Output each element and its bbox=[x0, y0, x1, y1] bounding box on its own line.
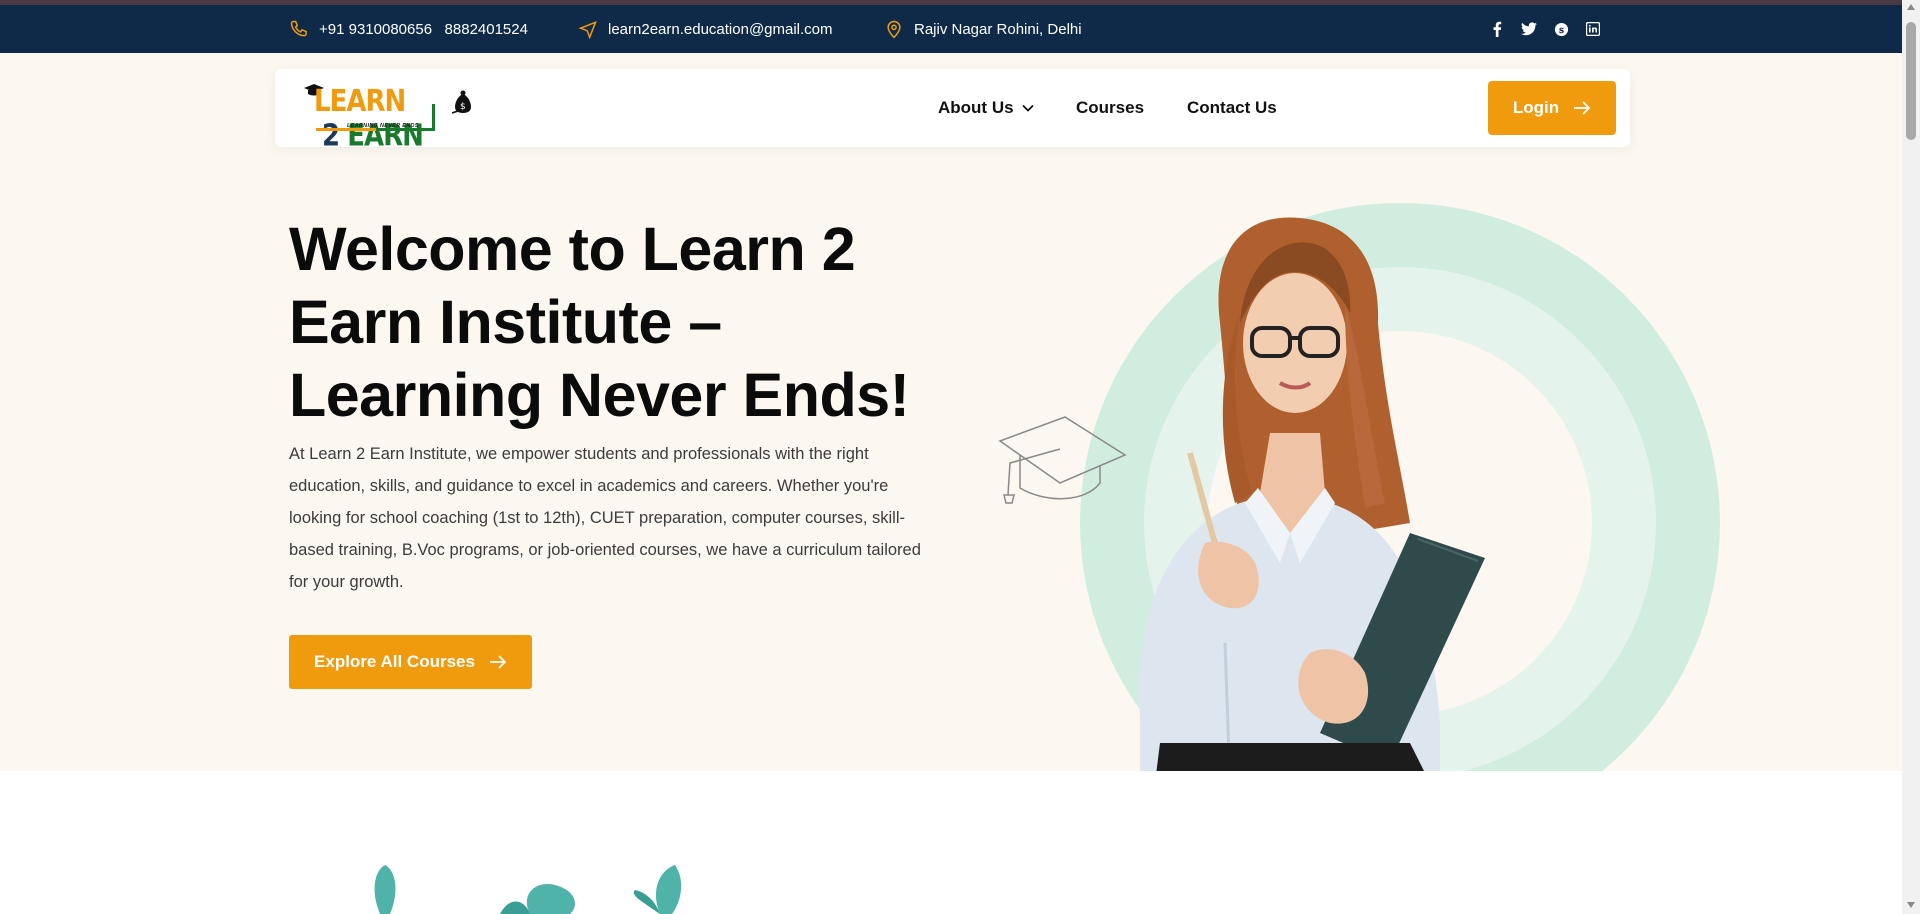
login-label: Login bbox=[1512, 98, 1560, 117]
vertical-scrollbar[interactable] bbox=[1902, 0, 1920, 914]
money-bag-icon: $ bbox=[452, 90, 471, 114]
top-info-bar: +91 9310080656 8882401524 learn2earn.edu… bbox=[0, 5, 1902, 53]
scroll-down-arrow-icon[interactable] bbox=[1907, 902, 1915, 908]
arrow-right-icon bbox=[489, 655, 507, 669]
arrow-right-icon bbox=[1574, 101, 1591, 115]
social-links bbox=[1488, 5, 1602, 53]
scrollbar-thumb[interactable] bbox=[1906, 22, 1916, 140]
chevron-down-icon bbox=[1021, 104, 1034, 112]
hero-title: Welcome to Learn 2 Earn Institute – Lear… bbox=[289, 215, 910, 429]
explore-label: Explore All Courses bbox=[314, 652, 475, 671]
plant-decoration bbox=[374, 865, 682, 914]
explore-courses-button[interactable]: Explore All Courses bbox=[289, 635, 532, 689]
brand-logo[interactable]: LEARN 2 EARN $ LEARNING NEVER ENDS bbox=[302, 81, 482, 154]
svg-text:$: $ bbox=[460, 102, 466, 112]
address-contact[interactable]: Rajiv Nagar Rohini, Delhi bbox=[884, 5, 1082, 53]
logo-bar bbox=[432, 104, 435, 131]
logo-tagline: LEARNING NEVER ENDS bbox=[347, 123, 419, 129]
email-contact[interactable]: learn2earn.education@gmail.com bbox=[578, 5, 833, 53]
phone-icon bbox=[290, 20, 307, 37]
hero-illustration bbox=[998, 203, 1720, 771]
nav-about-us[interactable]: About Us bbox=[938, 69, 1034, 147]
nav-contact-us[interactable]: Contact Us bbox=[1187, 69, 1277, 147]
main-navbar: LEARN 2 EARN $ LEARNING NEVER ENDS About… bbox=[275, 69, 1630, 154]
email-address: learn2earn.education@gmail.com bbox=[608, 20, 833, 38]
logo-two: 2 bbox=[314, 119, 348, 154]
nav-about-label: About Us bbox=[938, 98, 1014, 117]
phone-numbers: +91 9310080656 8882401524 bbox=[319, 20, 528, 38]
linkedin-icon[interactable] bbox=[1584, 20, 1602, 38]
address-text: Rajiv Nagar Rohini, Delhi bbox=[914, 20, 1082, 38]
login-button[interactable]: Login bbox=[1488, 81, 1616, 135]
skype-icon[interactable] bbox=[1552, 20, 1570, 38]
logo-learn: LEARN bbox=[314, 84, 406, 120]
location-pin-icon bbox=[887, 20, 901, 39]
hero-description: At Learn 2 Earn Institute, we empower st… bbox=[289, 445, 921, 591]
scroll-up-arrow-icon[interactable] bbox=[1907, 4, 1915, 10]
facebook-icon[interactable] bbox=[1488, 20, 1506, 38]
phone-contact[interactable]: +91 9310080656 8882401524 bbox=[289, 5, 528, 53]
nav-contact-label: Contact Us bbox=[1187, 98, 1277, 117]
twitter-icon[interactable] bbox=[1520, 20, 1538, 38]
send-icon bbox=[578, 21, 597, 39]
hero-section: LEARN 2 EARN $ LEARNING NEVER ENDS About… bbox=[0, 53, 1902, 771]
nav-courses-label: Courses bbox=[1076, 98, 1145, 117]
nav-courses[interactable]: Courses bbox=[1076, 69, 1144, 147]
